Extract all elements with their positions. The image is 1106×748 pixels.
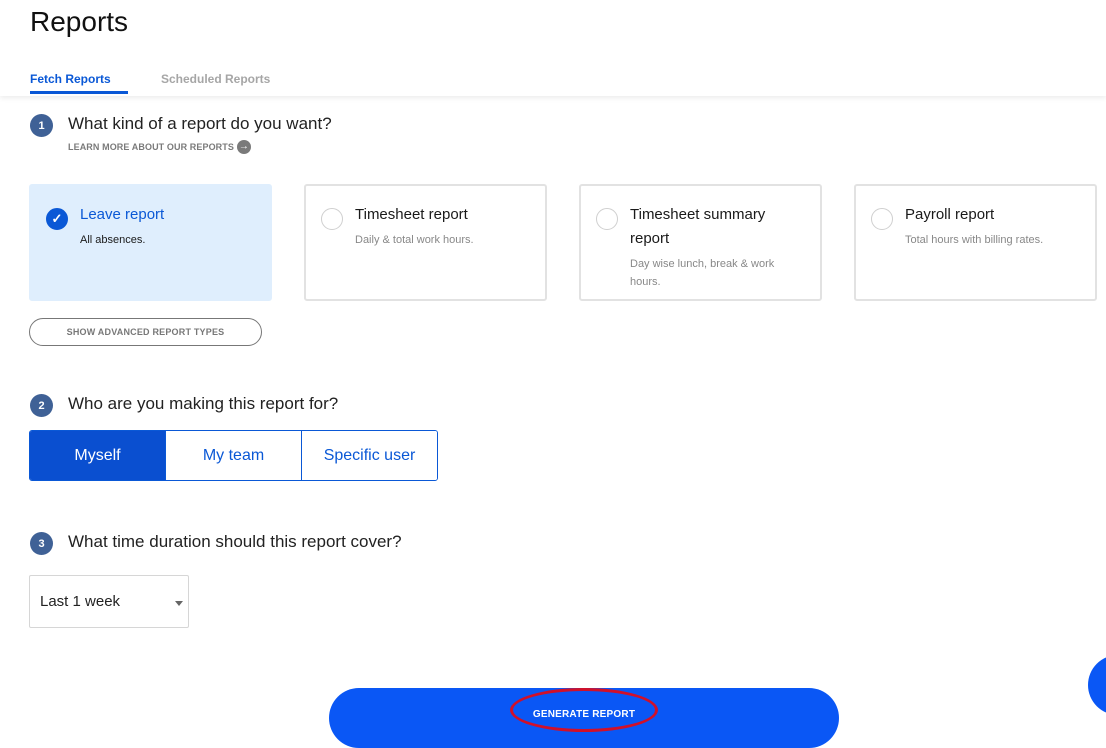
step-1-question: What kind of a report do you want? xyxy=(68,114,332,133)
learn-more-label: LEARN MORE ABOUT OUR REPORTS xyxy=(68,142,234,152)
duration-select[interactable]: Last 1 week xyxy=(29,575,189,628)
report-card-desc: Daily & total work hours. xyxy=(355,234,474,246)
step-1-badge: 1 xyxy=(30,114,53,137)
report-card-timesheet[interactable]: Timesheet report Daily & total work hour… xyxy=(304,184,547,301)
audience-option-my-team[interactable]: My team xyxy=(166,431,302,480)
step-3-question: What time duration should this report co… xyxy=(68,532,402,551)
step-3-badge: 3 xyxy=(30,532,53,555)
duration-value: Last 1 week xyxy=(40,593,121,610)
step-2-question: Who are you making this report for? xyxy=(68,394,339,413)
report-card-desc: Total hours with billing rates. xyxy=(905,234,1044,246)
audience-selector: Myself My team Specific user xyxy=(29,430,438,481)
radio-button xyxy=(321,208,343,230)
report-card-leave[interactable]: ✓ Leave report All absences. xyxy=(29,184,272,301)
chat-widget-button[interactable] xyxy=(1088,655,1106,715)
report-card-timesheet-summary[interactable]: Timesheet summary report Day wise lunch,… xyxy=(579,184,822,301)
report-card-title: Leave report xyxy=(80,206,165,223)
show-advanced-report-types-button[interactable]: SHOW ADVANCED REPORT TYPES xyxy=(29,318,262,346)
arrow-right-circle-icon: → xyxy=(236,140,251,154)
audience-option-specific-user[interactable]: Specific user xyxy=(302,431,437,480)
report-card-title: Timesheet summary report xyxy=(630,206,766,247)
report-card-title: Timesheet report xyxy=(355,206,468,223)
active-tab-indicator xyxy=(30,91,128,94)
generate-report-button[interactable]: GENERATE REPORT xyxy=(329,688,839,748)
tab-fetch-reports[interactable]: Fetch Reports xyxy=(30,72,111,86)
learn-more-link[interactable]: LEARN MORE ABOUT OUR REPORTS → xyxy=(68,140,251,154)
step-2-badge: 2 xyxy=(30,394,53,417)
radio-button xyxy=(871,208,893,230)
report-card-desc: All absences. xyxy=(80,234,146,246)
radio-button xyxy=(596,208,618,230)
caret-down-icon xyxy=(175,601,183,606)
check-icon: ✓ xyxy=(46,208,68,230)
audience-option-myself[interactable]: Myself xyxy=(30,431,166,480)
page-title: Reports xyxy=(30,6,129,37)
report-card-title: Payroll report xyxy=(905,206,995,223)
report-card-desc: Day wise lunch, break & work hours. xyxy=(630,258,775,288)
tab-scheduled-reports[interactable]: Scheduled Reports xyxy=(161,72,270,86)
reports-header: Reports Fetch Reports Scheduled Reports xyxy=(0,0,1106,96)
report-card-payroll[interactable]: Payroll report Total hours with billing … xyxy=(854,184,1097,301)
